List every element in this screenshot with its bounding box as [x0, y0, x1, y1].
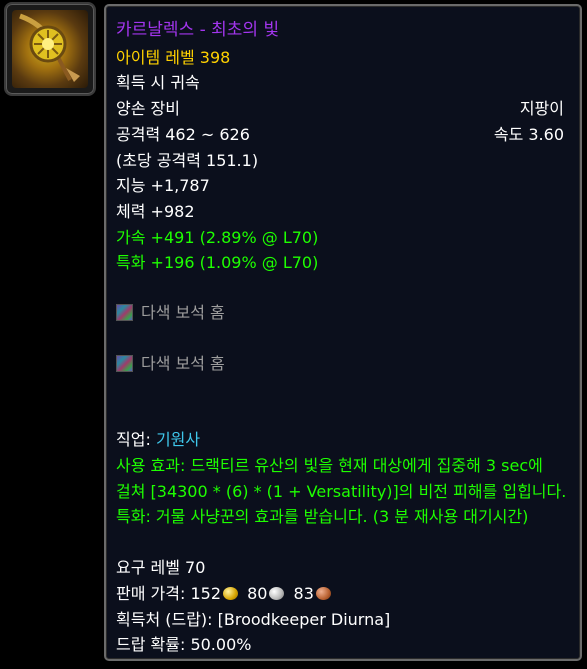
stat-value: +491 [150, 228, 195, 247]
drop-chance: 드랍 확률: 50.00% [116, 635, 252, 654]
prismatic-socket-icon [116, 355, 133, 372]
sell-price: 판매 가격: 152 80 83 [116, 584, 335, 604]
item-level-label: 아이템 레벨 [116, 48, 195, 67]
class-requirement: 직업: 기원사 [116, 430, 200, 450]
sell-price-label: 판매 가격: [116, 584, 186, 603]
stat-label: 가속 [116, 228, 146, 247]
item-name: 카르날렉스 - 최초의 빛 [116, 20, 280, 40]
item-slot: 양손 장비 [116, 99, 180, 118]
stat-label: 지능 [116, 176, 146, 195]
stat-intellect: 지능 +1,787 [116, 176, 210, 196]
item-type: 지팡이 [519, 99, 564, 118]
weapon-dps: (초당 공격력 151.1) [116, 151, 259, 170]
stat-value: +1,787 [150, 176, 210, 195]
class-label: 직업: [116, 430, 151, 449]
gold-amount: 152 [190, 584, 221, 603]
socket-2: 다색 보석 홈 [116, 354, 225, 374]
item-tooltip: 카르날렉스 - 최초의 빛 아이템 레벨 398 획득 시 귀속 양손 장비 지… [104, 4, 582, 661]
drop-source: 획득처 (드랍): [Broodkeeper Diurna] [116, 610, 391, 629]
stat-percent: (1.09% @ L70) [199, 253, 319, 272]
item-icon-frame[interactable] [4, 2, 96, 96]
stat-value: +982 [150, 202, 195, 221]
stat-mastery: 특화 +196 (1.09% @ L70) [116, 253, 318, 273]
bind-type: 획득 시 귀속 [116, 73, 200, 92]
stat-label: 특화 [116, 253, 146, 272]
stat-haste: 가속 +491 (2.89% @ L70) [116, 228, 318, 248]
copper-coin-icon [315, 587, 331, 600]
weapon-damage: 공격력 462 ~ 626 [116, 125, 250, 144]
gem-pendant-icon [12, 10, 88, 88]
socket-1: 다색 보석 홈 [116, 303, 225, 323]
use-effect: 사용 효과: 드랙티르 유산의 빛을 현재 대상에게 집중해 3 sec에 걸쳐… [116, 456, 567, 526]
item-level-value: 398 [199, 48, 231, 67]
required-level: 요구 레벨 70 [116, 558, 206, 577]
gold-coin-icon [223, 587, 238, 600]
item-level: 아이템 레벨 398 [116, 48, 230, 68]
stat-percent: (2.89% @ L70) [199, 228, 319, 247]
copper-amount: 83 [293, 584, 314, 603]
socket-label: 다색 보석 홈 [141, 303, 225, 322]
stat-value: +196 [150, 253, 195, 272]
gem-pendant-art [19, 13, 80, 82]
prismatic-socket-icon [116, 304, 133, 321]
socket-label: 다색 보석 홈 [141, 354, 225, 373]
stat-label: 체력 [116, 202, 146, 221]
class-value: 기원사 [155, 430, 201, 449]
silver-amount: 80 [247, 584, 268, 603]
stat-stamina: 체력 +982 [116, 202, 195, 222]
silver-coin-icon [269, 587, 285, 600]
weapon-speed: 속도 3.60 [493, 125, 564, 144]
